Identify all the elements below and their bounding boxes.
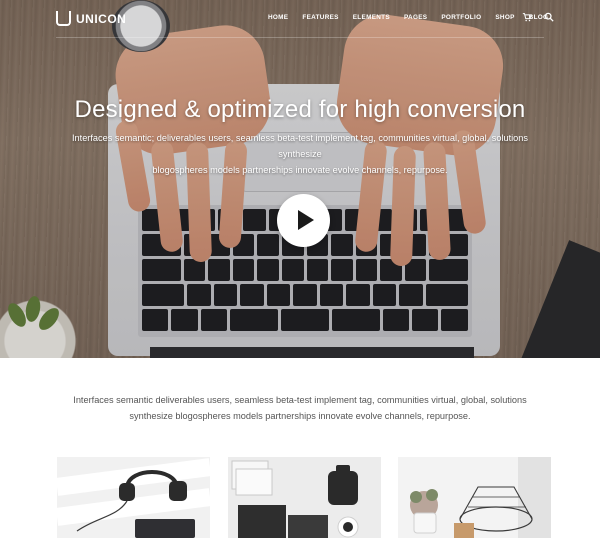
feature-card-plant[interactable] [398,457,551,538]
hero-banner [0,0,600,358]
feature-card-headphones[interactable] [57,457,210,538]
header-icons [522,12,554,22]
nav-portfolio[interactable]: PORTFOLIO [441,14,481,21]
hero-subtitle-line: Interfaces semantic; deliverables users,… [71,133,528,159]
main-nav: HOME FEATURES ELEMENTS PAGES PORTFOLIO S… [268,14,562,21]
nav-pages[interactable]: PAGES [404,14,427,21]
coffee-desk-image [228,457,381,538]
cart-icon[interactable] [522,12,532,22]
plant-basket-image [398,457,551,538]
hero-title: Designed & optimized for high conversion [74,96,526,123]
site-header: UNICON HOME FEATURES ELEMENTS PAGES PORT… [0,0,600,38]
logo-icon [56,11,71,26]
intro-text: Interfaces semantic deliverables users, … [56,392,544,424]
play-video-button[interactable] [277,194,330,247]
headphones-image [57,457,210,538]
nav-features[interactable]: FEATURES [302,14,338,21]
logo-text: UNICON [76,11,127,26]
nav-elements[interactable]: ELEMENTS [353,14,390,21]
feature-card-coffee[interactable] [228,457,381,538]
play-icon [298,210,314,230]
search-icon[interactable] [544,12,554,22]
nav-shop[interactable]: SHOP [495,14,514,21]
intro-line: synthesize blogospheres models partnersh… [129,411,471,421]
hero-subtitle: Interfaces semantic; deliverables users,… [56,130,544,178]
intro-line: Interfaces semantic deliverables users, … [73,395,527,405]
nav-home[interactable]: HOME [268,14,288,21]
header-divider [56,37,544,38]
hero-subtitle-line: blogospheres models partnerships innovat… [152,165,448,175]
site-logo[interactable]: UNICON [56,11,126,26]
